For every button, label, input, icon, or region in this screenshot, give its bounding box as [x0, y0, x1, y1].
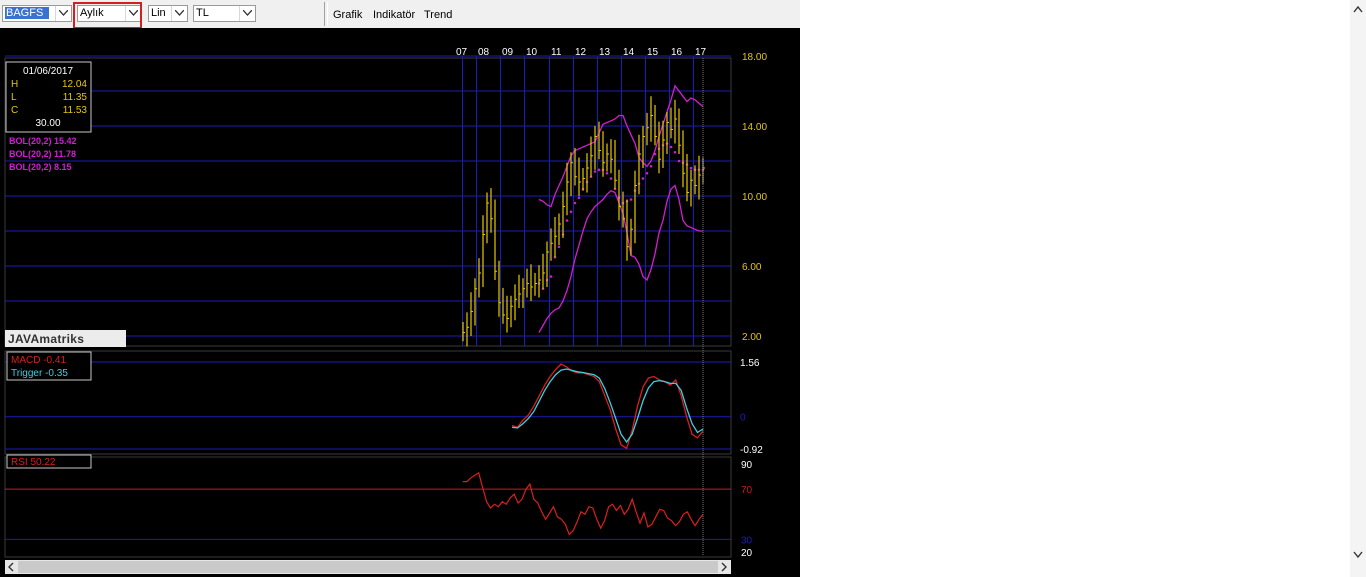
menu-trend[interactable]: Trend	[424, 9, 452, 21]
x-tick-label: 07	[456, 47, 468, 58]
bollinger-mid-point	[677, 159, 681, 163]
period-highlight-box	[73, 2, 142, 29]
info-box: 01/06/2017 H 12.04 L 11.35 C 11.53 30.00	[5, 61, 92, 133]
macd-y-tick-label: 1.56	[740, 358, 760, 369]
bollinger-mid-point	[649, 164, 653, 168]
x-tick-label: 14	[623, 47, 635, 58]
javamatriks-logo: JAVAmatriks	[5, 330, 126, 347]
bollinger-mid-point	[641, 177, 645, 180]
chevron-down-icon[interactable]	[55, 6, 71, 21]
bollinger-mid-point	[629, 198, 633, 201]
scroll-down-icon[interactable]	[1353, 551, 1363, 559]
macd-y-tick-label: 0	[740, 413, 746, 424]
rsi-y-tick-label: 20	[741, 548, 753, 559]
rsi-y-tick-label: 70	[741, 485, 753, 496]
bollinger-mid-point	[605, 171, 609, 175]
rsi-y-tick-label: 30	[741, 535, 753, 546]
bollinger-mid-point	[557, 245, 561, 249]
bollinger-upper-label: BOL(20,2) 15.42	[9, 136, 77, 146]
page-scrollbar[interactable]	[1350, 0, 1366, 577]
bollinger-mid-point	[609, 177, 613, 180]
bollinger-mid-point	[597, 168, 601, 172]
bollinger-mid-point	[673, 150, 677, 154]
info-extra: 30.00	[35, 118, 60, 129]
x-tick-label: 15	[647, 47, 659, 58]
bollinger-mid-point	[669, 145, 673, 149]
bollinger-mid-point	[569, 210, 573, 214]
bollinger-mid-point	[565, 219, 569, 222]
rsi-label: RSI 50.22	[11, 457, 56, 468]
rsi-legend-box: RSI 50.22	[6, 454, 92, 469]
x-tick-label: 11	[551, 47, 562, 58]
info-h-value: 12.04	[62, 79, 87, 90]
info-date: 01/06/2017	[23, 66, 73, 77]
toolbar: BAGFS Aylık Lin TL Grafik Indikatör Tren…	[0, 0, 800, 29]
info-l-label: L	[11, 92, 17, 103]
bollinger-mid-point	[645, 171, 649, 175]
info-h-label: H	[11, 79, 18, 90]
y-tick-label: 14.00	[742, 122, 767, 133]
currency-value: TL	[196, 7, 209, 19]
horizontal-scrollbar[interactable]	[5, 560, 731, 574]
currency-combo[interactable]: TL	[193, 5, 256, 22]
bollinger-mid-point	[577, 196, 581, 200]
rsi-y-tick-label: 90	[741, 460, 753, 471]
toolbar-separator	[324, 2, 328, 26]
chevron-down-icon[interactable]	[239, 6, 255, 21]
bollinger-mid-point	[573, 201, 577, 205]
y-tick-label: 2.00	[742, 332, 762, 343]
x-tick-label: 10	[526, 47, 538, 58]
info-l-value: 11.35	[63, 92, 88, 103]
chevron-down-icon[interactable]	[171, 6, 187, 21]
scroll-up-icon[interactable]	[1353, 5, 1363, 13]
y-tick-label: 18.00	[742, 52, 767, 63]
macd-label: MACD -0.41	[11, 355, 66, 366]
x-tick-label: 17	[695, 47, 707, 58]
y-tick-label: 10.00	[742, 192, 767, 203]
chart-canvas[interactable]: 07 08 09 10 11 12 13 14 15 16 17 18.00 14.00 10.00 6.…	[0, 28, 800, 577]
macd-y-tick-label: -0.92	[740, 445, 763, 456]
x-tick-label: 12	[575, 47, 587, 58]
menu-indikator[interactable]: Indikatör	[373, 9, 415, 21]
info-c-value: 11.53	[63, 105, 88, 116]
bollinger-mid-label: BOL(20,2) 11.78	[9, 149, 76, 159]
macd-legend-box: MACD -0.41 Trigger -0.35	[6, 351, 92, 381]
trigger-label: Trigger -0.35	[11, 368, 68, 379]
symbol-value: BAGFS	[5, 7, 50, 19]
symbol-combo[interactable]: BAGFS	[2, 5, 72, 22]
x-tick-label: 08	[478, 47, 490, 58]
x-tick-label: 13	[599, 47, 611, 58]
scale-combo[interactable]: Lin	[148, 5, 188, 22]
chart-background	[0, 28, 800, 577]
scale-value: Lin	[151, 7, 166, 19]
y-tick-label: 6.00	[742, 262, 762, 273]
bollinger-mid-point	[689, 166, 693, 170]
x-tick-label: 09	[502, 47, 514, 58]
x-tick-label: 16	[671, 47, 683, 58]
bollinger-mid-point	[549, 275, 553, 278]
scrollbar-thumb[interactable]	[18, 561, 718, 573]
bollinger-mid-point	[653, 152, 657, 156]
logo-text: JAVAmatriks	[8, 332, 84, 346]
menu-grafik[interactable]: Grafik	[333, 9, 362, 21]
info-c-label: C	[11, 105, 18, 116]
bollinger-lower-label: BOL(20,2) 8.15	[9, 162, 72, 172]
bollinger-mid-point	[593, 170, 597, 173]
